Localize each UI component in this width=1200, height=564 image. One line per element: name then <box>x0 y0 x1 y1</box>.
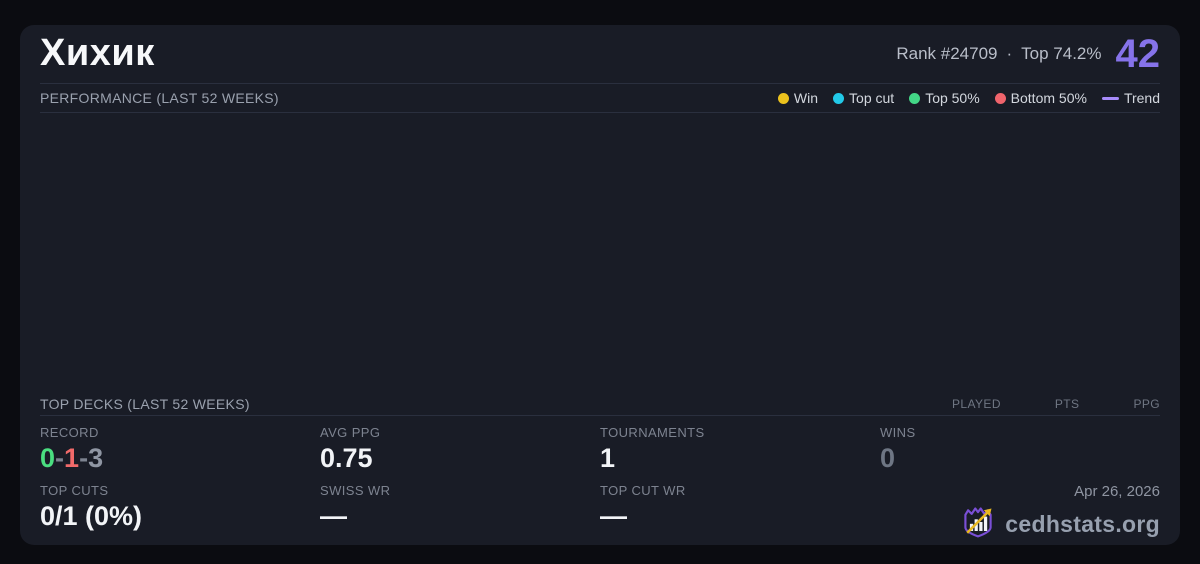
rank-line: Rank #24709 · Top 74.2% <box>896 44 1101 64</box>
top-cuts-label: TOP CUTS <box>40 483 109 498</box>
stat-top-cut-wr: TOP CUT WR — <box>600 483 880 545</box>
column-ppg: PPG <box>1133 396 1160 411</box>
stat-record: RECORD 0-1-3 <box>40 425 320 474</box>
legend-label: Trend <box>1123 90 1160 107</box>
record-losses: 1 <box>64 442 80 473</box>
player-name: Хихик <box>40 32 155 75</box>
stats-grid: RECORD 0-1-3 AVG PPG 0.75 TOURNAMENTS 1 … <box>40 416 1160 545</box>
legend-label: Top cut <box>849 90 895 107</box>
top-cuts-value: 0/1 (0%) <box>40 501 143 531</box>
legend-item-top-cut: Top cut <box>833 90 894 106</box>
legend-item-bottom-50: Bottom 50% <box>994 90 1087 107</box>
record-draws: 3 <box>88 442 104 473</box>
swiss-wr-label: SWISS WR <box>320 483 391 498</box>
stat-avg-ppg: AVG PPG 0.75 <box>320 425 600 474</box>
record-separator: - <box>55 442 65 473</box>
win-dot-icon <box>777 92 789 104</box>
legend-label: Win <box>793 90 819 107</box>
brand-row: cedhstats.org <box>960 504 1160 545</box>
swiss-wr-value: — <box>320 501 347 531</box>
footer-cell: Apr 26, 2026 cedhstats.org <box>880 483 1160 545</box>
legend-item-trend: Trend <box>1101 90 1160 107</box>
stat-top-cuts: TOP CUTS 0/1 (0%) <box>40 483 320 545</box>
column-played: PLAYED <box>952 396 1001 411</box>
player-score: 42 <box>1115 31 1161 76</box>
wins-label: WINS <box>880 424 916 440</box>
legend-label: Top 50% <box>925 90 980 107</box>
record-value: 0-1-3 <box>40 443 320 474</box>
top-percent-text: Top 74.2% <box>1021 43 1102 63</box>
player-stats-card: Хихик Rank #24709 · Top 74.2% 42 PERFORM… <box>20 25 1180 545</box>
top-cut-wr-label: TOP CUT WR <box>600 483 686 498</box>
stat-swiss-wr: SWISS WR — <box>320 483 600 545</box>
performance-chart-area <box>40 113 1160 392</box>
wins-value: 0 <box>880 442 896 473</box>
column-pts: PTS <box>1054 396 1080 411</box>
top-cut-wr-value: — <box>600 501 627 531</box>
rank-separator: · <box>1006 43 1013 63</box>
rank-text: Rank #24709 <box>896 43 998 63</box>
top-50-dot-icon <box>909 92 921 104</box>
trend-line-icon <box>1101 96 1119 100</box>
record-label: RECORD <box>40 424 99 440</box>
top-decks-columns: PLAYED PTS PPG <box>952 397 1160 411</box>
legend-item-win: Win <box>777 90 819 107</box>
top-decks-heading: TOP DECKS (LAST 52 WEEKS) <box>40 395 250 412</box>
top-cut-dot-icon <box>833 92 845 104</box>
cedhstats-logo-icon <box>960 504 996 545</box>
performance-header-row: PERFORMANCE (LAST 52 WEEKS) Win Top cut … <box>40 84 1160 114</box>
avg-ppg-label: AVG PPG <box>320 424 381 440</box>
legend-label: Bottom 50% <box>1010 90 1087 107</box>
card-header: Хихик Rank #24709 · Top 74.2% 42 <box>40 25 1160 84</box>
tournaments-label: TOURNAMENTS <box>600 424 705 440</box>
brand-name: cedhstats.org <box>1005 511 1160 537</box>
footer-date: Apr 26, 2026 <box>1074 483 1160 500</box>
avg-ppg-value: 0.75 <box>320 442 373 473</box>
bottom-50-dot-icon <box>994 92 1006 104</box>
top-decks-header-row: TOP DECKS (LAST 52 WEEKS) PLAYED PTS PPG <box>40 393 1160 416</box>
performance-heading: PERFORMANCE (LAST 52 WEEKS) <box>40 90 279 107</box>
tournaments-value: 1 <box>600 442 616 473</box>
stat-wins: WINS 0 <box>880 425 1160 474</box>
chart-legend: Win Top cut Top 50% Bottom 50% Trend <box>777 90 1160 107</box>
legend-item-top-50: Top 50% <box>909 90 980 107</box>
stat-tournaments: TOURNAMENTS 1 <box>600 425 880 474</box>
header-right: Rank #24709 · Top 74.2% 42 <box>896 34 1160 74</box>
record-separator: - <box>79 442 89 473</box>
record-wins: 0 <box>40 442 56 473</box>
